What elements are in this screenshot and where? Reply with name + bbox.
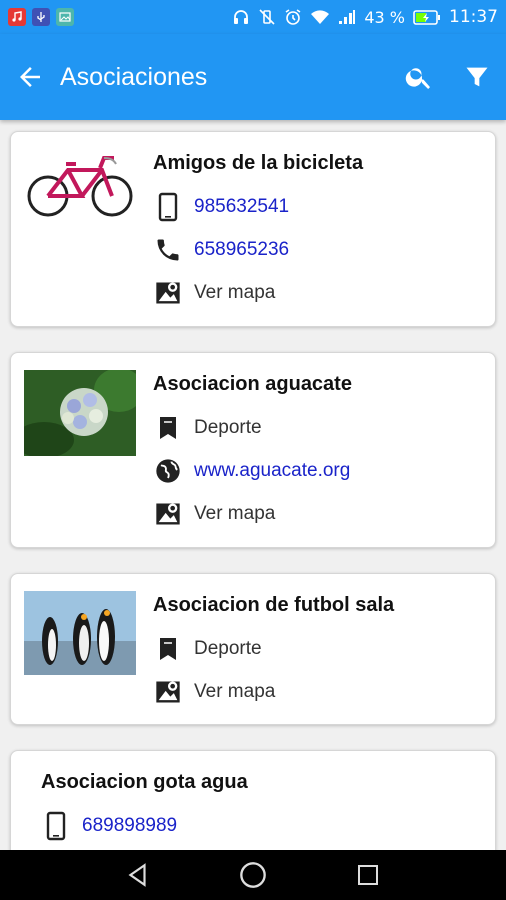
bookmark-icon	[153, 413, 183, 443]
penguins-image	[24, 591, 136, 675]
mobile-row[interactable]: 985632541	[153, 192, 289, 222]
signal-icon	[339, 10, 356, 24]
mobile-number[interactable]: 985632541	[194, 196, 289, 218]
map-row[interactable]: Ver mapa	[153, 677, 275, 707]
association-name: Asociacion aguacate	[153, 373, 352, 395]
mobile-number[interactable]: 689898989	[82, 815, 177, 837]
association-name: Amigos de la bicicleta	[153, 152, 364, 174]
association-card[interactable]: Asociacion aguacate Deporte www.aguacate…	[10, 352, 496, 548]
filter-button[interactable]	[448, 34, 506, 120]
map-link[interactable]: Ver mapa	[194, 681, 275, 703]
category-row: Deporte	[153, 413, 262, 443]
map-icon	[153, 677, 183, 707]
category-label: Deporte	[194, 417, 262, 438]
association-card[interactable]: Asociacion de futbol sala Deporte Ver ma…	[10, 573, 496, 725]
app-bar: Asociaciones	[0, 34, 506, 120]
headphones-icon	[234, 10, 249, 24]
gallery-app-icon	[56, 8, 74, 26]
system-nav-bar	[0, 850, 506, 900]
phone-icon	[153, 235, 183, 265]
smartphone-icon	[153, 192, 183, 222]
phone-number[interactable]: 658965236	[194, 239, 289, 261]
association-card[interactable]: Amigos de la bicicleta 985632541 6589652…	[10, 131, 496, 327]
music-app-icon	[8, 8, 26, 26]
association-card[interactable]: Asociacion gota agua 689898989	[10, 750, 496, 850]
circle-home-icon	[240, 862, 266, 888]
search-icon	[405, 68, 430, 89]
search-button[interactable]	[390, 34, 448, 120]
category-row: Deporte	[153, 634, 262, 664]
map-row[interactable]: Ver mapa	[153, 278, 275, 308]
association-list[interactable]: Amigos de la bicicleta 985632541 6589652…	[0, 120, 506, 850]
status-bar: 43 % 11:37	[0, 0, 506, 34]
bookmark-icon	[153, 634, 183, 664]
bicycle-image	[24, 148, 136, 234]
triangle-back-icon	[128, 863, 146, 887]
clock: 11:37	[449, 7, 498, 27]
phone-row[interactable]: 658965236	[153, 235, 289, 265]
back-button[interactable]	[0, 34, 60, 120]
map-row[interactable]: Ver mapa	[153, 499, 275, 529]
page-title: Asociaciones	[60, 62, 208, 91]
hydrangea-image	[24, 370, 136, 456]
globe-icon	[153, 456, 183, 486]
mobile-row[interactable]: 689898989	[41, 811, 177, 841]
filter-icon	[466, 67, 488, 87]
map-link[interactable]: Ver mapa	[194, 503, 275, 525]
website-row[interactable]: www.aguacate.org	[153, 456, 350, 486]
square-recents-icon	[358, 865, 379, 885]
association-name: Asociacion de futbol sala	[153, 594, 395, 616]
nav-back-button[interactable]	[108, 850, 168, 900]
battery-icon	[413, 9, 441, 25]
notification-icons	[8, 8, 74, 26]
battery-percent: 43 %	[364, 7, 405, 27]
association-name: Asociacion gota agua	[41, 771, 248, 793]
map-icon	[153, 499, 183, 529]
wifi-icon	[311, 10, 330, 24]
website-link[interactable]: www.aguacate.org	[194, 460, 350, 482]
category-label: Deporte	[194, 638, 262, 659]
nav-recents-button[interactable]	[338, 850, 398, 900]
vibrate-off-icon	[259, 9, 275, 25]
map-icon	[153, 278, 183, 308]
map-link[interactable]: Ver mapa	[194, 282, 275, 304]
arrow-back-icon	[20, 67, 40, 87]
nav-home-button[interactable]	[223, 850, 283, 900]
smartphone-icon	[41, 811, 71, 841]
alarm-icon	[285, 9, 301, 25]
usb-icon	[32, 8, 50, 26]
